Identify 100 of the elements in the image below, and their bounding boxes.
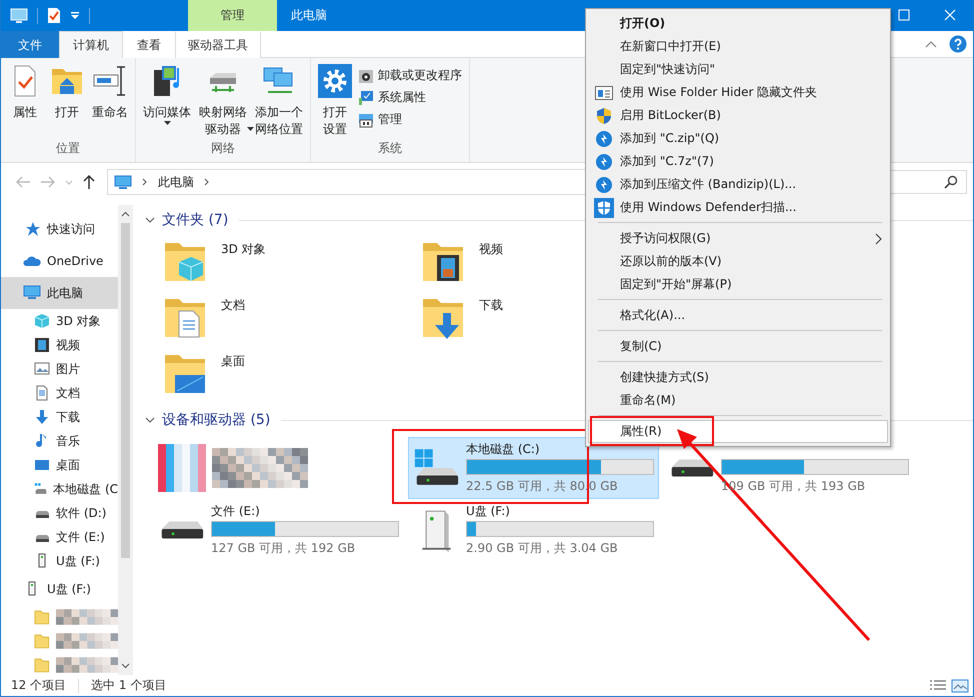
navigation-item[interactable]: 此电脑 (1, 277, 118, 309)
lightning-icon (595, 176, 613, 194)
computer-icon (23, 285, 41, 301)
breadcrumb[interactable]: 此电脑 (158, 174, 194, 190)
navigation-item[interactable]: 视频 (1, 333, 118, 357)
navigation-item[interactable]: 文件 (E:) (1, 525, 118, 549)
checked-document-icon[interactable] (47, 7, 61, 24)
menu-item[interactable]: 属性(R) (588, 420, 888, 443)
scroll-down-icon[interactable] (121, 663, 130, 669)
navigation-item[interactable]: 软件 (D:) (1, 501, 118, 525)
computer-management-icon (358, 112, 374, 128)
navigation-item[interactable]: 图片 (1, 357, 118, 381)
down-arrow-icon (34, 409, 50, 425)
navigation-item[interactable]: U盘 (F:) (1, 573, 118, 605)
ribbon-button[interactable]: 系统属性 (355, 88, 465, 107)
desktop-icon (34, 457, 50, 473)
navigation-item[interactable]: 下载 (1, 405, 118, 429)
chevron-icon[interactable] (204, 178, 210, 186)
menu-item[interactable]: 启用 BitLocker(B) (588, 104, 888, 127)
navigation-item[interactable]: 3D 对象 (1, 309, 118, 333)
navigation-item[interactable]: U盘 (F:) (1, 549, 118, 573)
computer-icon[interactable] (10, 8, 28, 24)
film-icon (34, 337, 50, 353)
context-tab-group: 管理 (188, 0, 277, 31)
lightning-icon (595, 152, 613, 170)
menu-item[interactable]: 使用 Wise Folder Hider 隐藏文件夹 (588, 81, 888, 104)
navigation-item[interactable]: 音乐 (1, 429, 118, 453)
navigation-item[interactable]: 桌面 (1, 453, 118, 477)
tiles-view-icon[interactable] (951, 678, 969, 692)
collapse-ribbon-icon[interactable] (925, 40, 937, 48)
rename-icon (93, 64, 127, 98)
ribbon-button[interactable]: 重命名 (89, 62, 131, 123)
drive-name: 文件 (E:) (211, 503, 261, 518)
monitor-check-icon (358, 90, 374, 106)
menu-item[interactable]: 格式化(A)... (588, 304, 888, 327)
free-space-text: 2.90 GB 可用，共 3.04 GB (466, 540, 619, 557)
menu-item[interactable]: 打开(O) (588, 12, 888, 35)
folder-item[interactable]: 视频 (419, 237, 503, 293)
scrollbar-thumb[interactable] (121, 223, 130, 558)
folder-icon (34, 633, 50, 649)
ribbon-button[interactable]: 打开 设置 (315, 62, 355, 140)
ribbon-button[interactable]: 属性 (5, 62, 45, 123)
menu-item[interactable]: 复制(C) (588, 335, 888, 358)
ribbon-button[interactable]: 管理 (355, 110, 465, 129)
group-header[interactable]: 文件夹 (7) (162, 211, 228, 229)
blurred-label-drawing (56, 657, 118, 673)
navigation-item[interactable]: 本地磁盘 (C (1, 477, 118, 501)
shield-icon (595, 106, 613, 124)
folder-item[interactable]: 下载 (419, 293, 503, 349)
drive-name: U盘 (F:) (466, 503, 511, 518)
ribbon-button[interactable]: 打开 (47, 62, 87, 123)
window-icon (595, 84, 613, 102)
folder-item[interactable]: 桌面 (161, 349, 245, 405)
menu-item[interactable]: 授予访问权限(G) (588, 227, 888, 250)
ribbon-button[interactable]: 添加一个 网络位置 (252, 62, 306, 140)
details-view-icon[interactable] (929, 678, 947, 692)
menu-item[interactable]: 使用 Windows Defender扫描... (588, 196, 888, 219)
scroll-up-icon[interactable] (121, 211, 130, 217)
menu-item[interactable]: 固定到"开始"屏幕(P) (588, 273, 888, 296)
scrollbar[interactable] (118, 205, 133, 675)
chevron-icon (142, 178, 148, 186)
menu-item[interactable]: 还原以前的版本(V) (588, 250, 888, 273)
blurred-label-drawing (56, 633, 118, 649)
ribbon-group-label: 系统 (377, 140, 403, 157)
dropdown-caret-icon[interactable] (70, 12, 80, 20)
ribbon-button[interactable]: 访问媒体 (140, 62, 194, 127)
collapse-chevron-icon[interactable] (145, 416, 155, 424)
lightning-icon (595, 130, 613, 148)
up-icon[interactable] (82, 174, 96, 190)
blurred-icon-drawing (158, 444, 206, 492)
navigation-item[interactable]: 快速访问 (1, 213, 118, 245)
menu-item[interactable]: 固定到"快速访问" (588, 58, 888, 81)
ribbon-tab[interactable]: 文件 (1, 31, 59, 58)
collapse-chevron-icon[interactable] (145, 216, 155, 224)
ribbon-tab[interactable]: 计算机 (59, 31, 123, 58)
ribbon-button[interactable]: 映射网络 驱动器 (196, 62, 250, 140)
folder-icon (34, 657, 50, 673)
ribbon-group-label: 位置 (55, 140, 81, 157)
menu-item[interactable]: 重命名(M) (588, 389, 888, 412)
computer-icon (114, 174, 132, 190)
blurred-label-drawing (56, 609, 118, 625)
navigation-item[interactable]: 文档 (1, 381, 118, 405)
ribbon-tab[interactable]: 驱动器工具 (175, 31, 261, 58)
cube-icon (34, 313, 50, 329)
menu-item[interactable]: 创建快捷方式(S) (588, 366, 888, 389)
group-header[interactable]: 设备和驱动器 (5) (162, 411, 270, 429)
document-icon (34, 385, 50, 401)
ribbon-button[interactable]: 卸载或更改程序 (355, 66, 465, 85)
drive-item[interactable]: 文件 (E:) 127 GB 可用，共 192 GB (153, 499, 404, 561)
navigation-item[interactable]: OneDrive (1, 245, 118, 277)
folder-item[interactable]: 文档 (161, 293, 245, 349)
ribbon-group-label: 网络 (210, 140, 236, 157)
image-icon (34, 361, 50, 377)
menu-item[interactable]: 在新窗口中打开(E) (588, 35, 888, 58)
folder-item[interactable]: 3D 对象 (161, 237, 266, 293)
selection-count: 选中 1 个项目 (91, 677, 166, 694)
item-count: 12 个项目 (11, 677, 66, 694)
menu-item[interactable]: 添加到 "C.zip"(Q) (588, 127, 888, 150)
drive-item[interactable]: U盘 (F:) 2.90 GB 可用，共 3.04 GB (408, 499, 659, 561)
help-icon[interactable] (949, 35, 967, 53)
